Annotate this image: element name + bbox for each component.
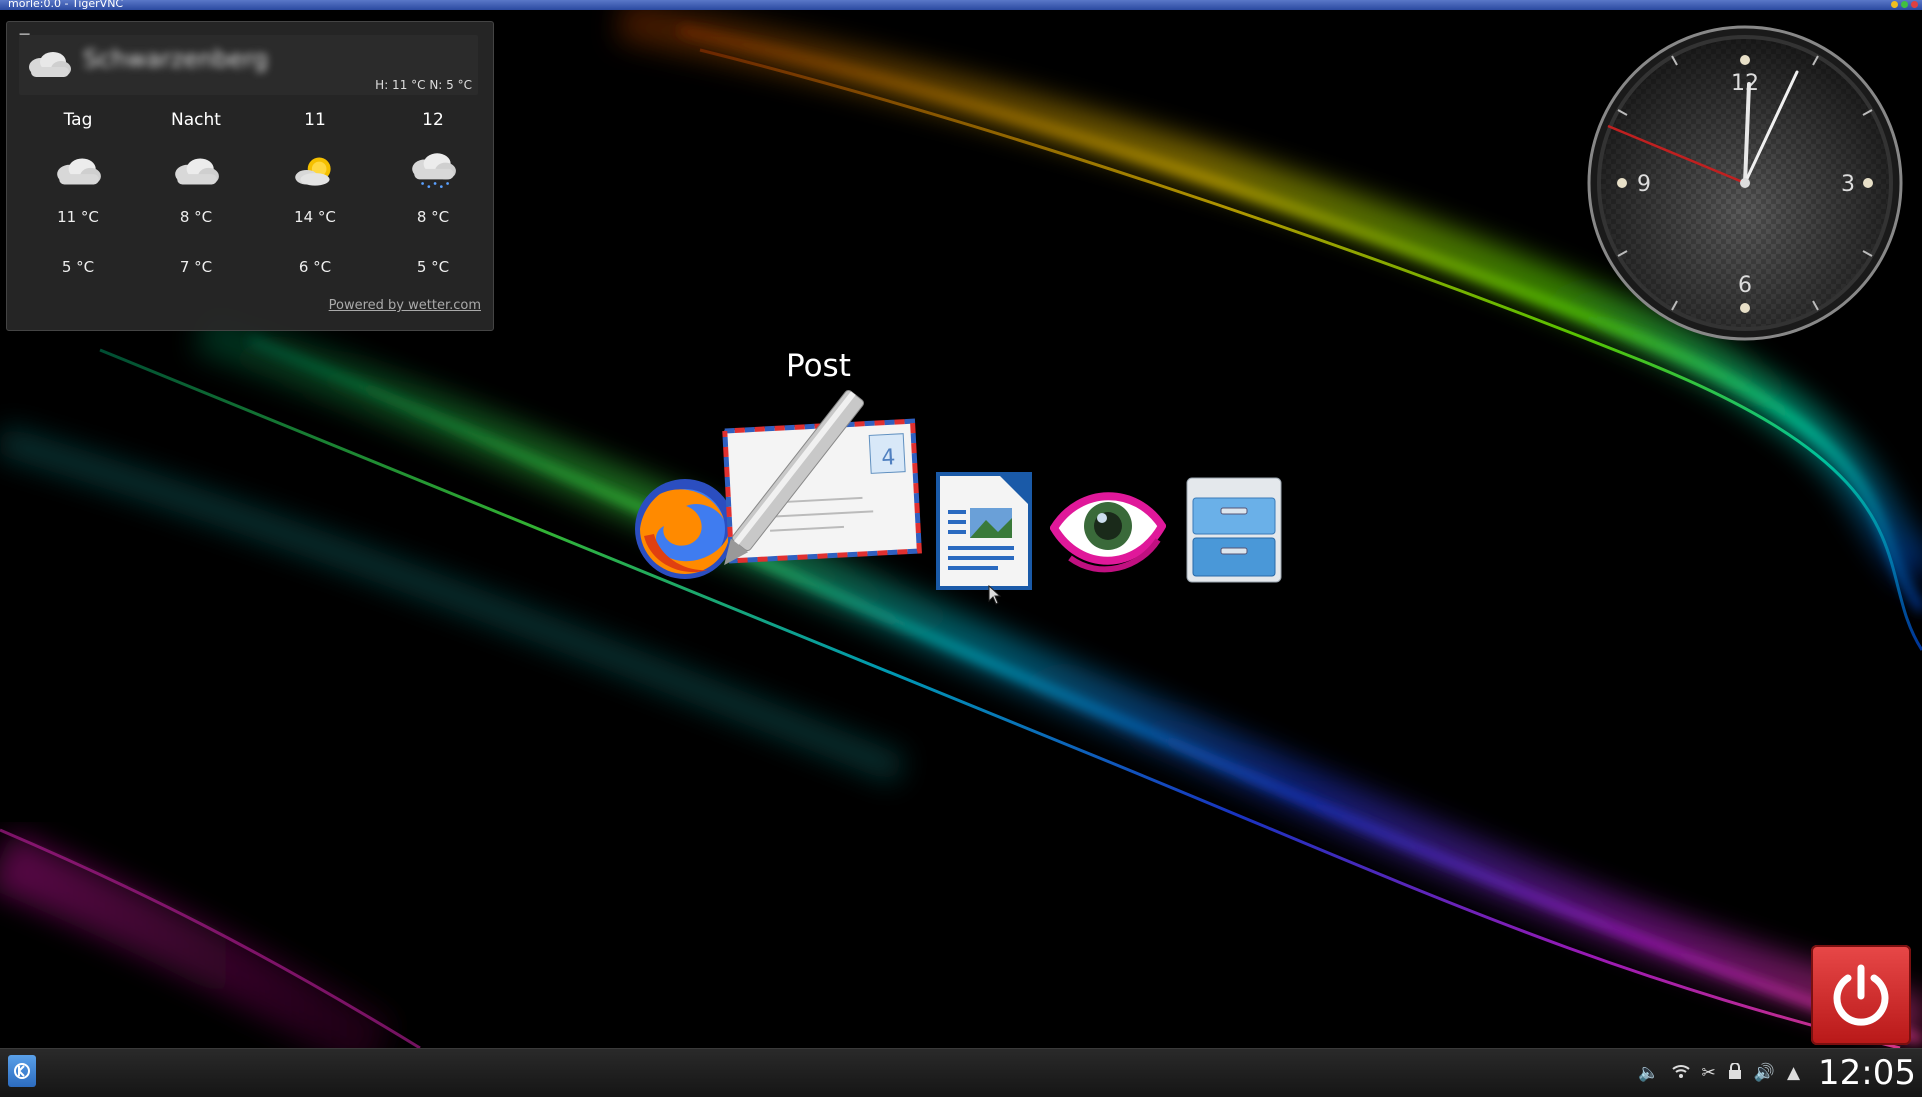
forecast-day-12: 12 8 °C 5 °C bbox=[383, 110, 483, 276]
cloudy-icon bbox=[25, 49, 73, 83]
forecast-label: 12 bbox=[422, 110, 444, 130]
svg-text:4: 4 bbox=[881, 445, 896, 471]
cloudy-icon bbox=[28, 146, 128, 196]
rain-cloud-icon bbox=[383, 146, 483, 196]
forecast-label: Tag bbox=[63, 110, 93, 130]
maximize-button[interactable] bbox=[1901, 1, 1908, 8]
dock-hover-label: Post bbox=[786, 348, 851, 384]
close-button[interactable] bbox=[1911, 1, 1918, 8]
taskbar-clock[interactable]: 12:05 bbox=[1818, 1053, 1916, 1093]
powered-by-link[interactable]: Powered by wetter.com bbox=[329, 298, 481, 313]
forecast-high: 8 °C bbox=[179, 208, 213, 226]
lock-icon[interactable] bbox=[1728, 1061, 1742, 1084]
expand-arrow-icon[interactable]: ▲ bbox=[1787, 1063, 1800, 1083]
dock-item-image-viewer[interactable] bbox=[1049, 480, 1167, 584]
document-icon bbox=[936, 472, 1032, 590]
minimize-button[interactable] bbox=[1891, 1, 1898, 8]
power-button[interactable] bbox=[1811, 945, 1911, 1045]
forecast-high: 14 °C bbox=[294, 208, 336, 226]
partly-sunny-icon bbox=[265, 146, 365, 196]
weather-widget[interactable]: ≡ Schwarzenberg H: 11 °C N: 5 °C Tag 11 … bbox=[6, 21, 494, 331]
forecast-label: Nacht bbox=[171, 110, 221, 130]
mail-icon: 4 bbox=[722, 390, 922, 566]
system-tray: 🔈 ✂ 🔊 ▲ 12:05 bbox=[1632, 1049, 1922, 1097]
scissors-icon[interactable]: ✂ bbox=[1702, 1063, 1716, 1083]
taskbar: 🔈 ✂ 🔊 ▲ 12:05 bbox=[0, 1048, 1922, 1097]
file-cabinet-icon bbox=[1186, 477, 1282, 583]
weather-today-high-low: H: 11 °C N: 5 °C bbox=[375, 78, 472, 92]
forecast-day: Tag 11 °C 5 °C bbox=[28, 110, 128, 276]
forecast-night: Nacht 8 °C 7 °C bbox=[146, 110, 246, 276]
weather-header: Schwarzenberg H: 11 °C N: 5 °C bbox=[19, 35, 478, 95]
forecast-low: 6 °C bbox=[298, 258, 332, 276]
forecast-low: 5 °C bbox=[416, 258, 450, 276]
dock-item-file-manager[interactable] bbox=[1183, 474, 1285, 590]
clock-numeral-12: 12 bbox=[1731, 71, 1759, 96]
forecast-day-11: 11 14 °C 6 °C bbox=[265, 110, 365, 276]
forecast-low: 7 °C bbox=[179, 258, 213, 276]
clock-numeral-6: 6 bbox=[1738, 273, 1752, 298]
forecast-high: 11 °C bbox=[57, 208, 99, 226]
clock-numeral-9: 9 bbox=[1637, 172, 1651, 197]
application-launcher-button[interactable] bbox=[8, 1055, 36, 1087]
analog-clock[interactable]: 12 3 6 9 bbox=[1586, 24, 1904, 342]
kde-icon bbox=[14, 1063, 30, 1079]
weather-location: Schwarzenberg bbox=[83, 45, 269, 73]
dock-item-mail[interactable]: 4 bbox=[722, 390, 922, 594]
clock-numeral-3: 3 bbox=[1841, 172, 1855, 197]
mouse-cursor bbox=[988, 584, 1002, 609]
forecast-label: 11 bbox=[304, 110, 326, 130]
forecast-high: 8 °C bbox=[416, 208, 450, 226]
window-buttons bbox=[1891, 1, 1918, 8]
cloudy-icon bbox=[146, 146, 246, 196]
power-icon bbox=[1833, 964, 1889, 1026]
volume-icon[interactable]: 🔊 bbox=[1754, 1063, 1775, 1083]
eye-icon bbox=[1049, 492, 1167, 573]
window-title: morle:0.0 - TigerVNC bbox=[8, 0, 124, 10]
wifi-icon[interactable] bbox=[1671, 1063, 1690, 1084]
dock-item-writer[interactable] bbox=[934, 470, 1034, 596]
forecast-low: 5 °C bbox=[61, 258, 95, 276]
speaker-icon[interactable]: 🔈 bbox=[1638, 1063, 1659, 1083]
